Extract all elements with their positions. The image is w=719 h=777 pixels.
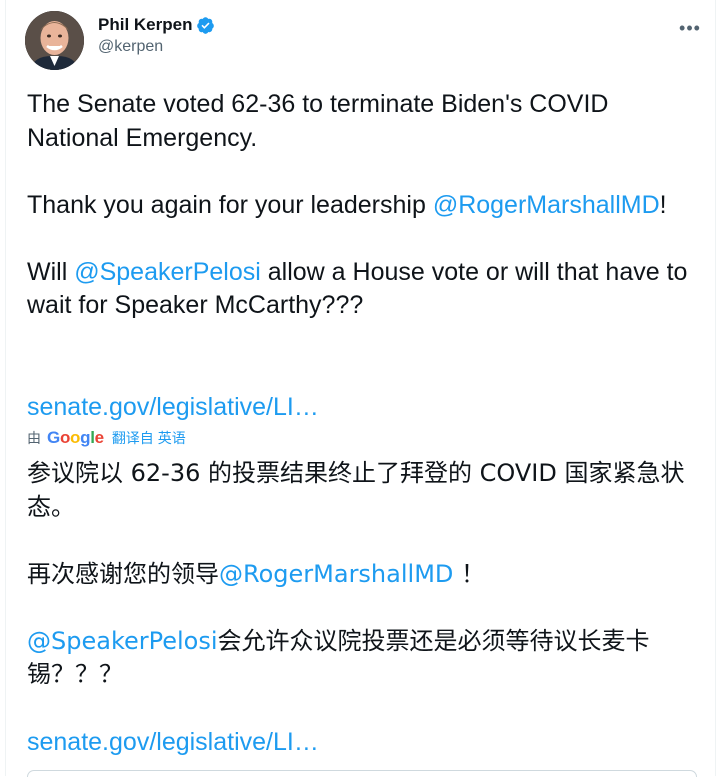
avatar-portrait [25,11,84,70]
google-logo: Google [47,428,104,447]
display-name[interactable]: Phil Kerpen [98,15,192,35]
verified-badge-icon [197,16,215,34]
translated-by-label: 由 [27,430,41,446]
mention-speaker-pelosi-translated[interactable]: @SpeakerPelosi [27,627,218,655]
tweet-line-3-text: Will [27,257,75,286]
mention-roger-marshall-translated[interactable]: @RogerMarshallMD [219,560,453,588]
tweet-line-2-end: ! [659,190,667,219]
tweet-line-2: Thank you again for your leadership @Rog… [27,189,695,223]
translated-from-link[interactable]: 翻译自 英语 [112,428,186,448]
translated-line-2: 再次感谢您的领导@RogerMarshallMD ！ [27,558,695,592]
tweet-line-1: The Senate voted 62-36 to terminate Bide… [27,90,609,152]
translated-line-2-text: 再次感谢您的领导 [27,559,219,588]
tweet-line-3: Will @SpeakerPelosi allow a House vote o… [27,256,695,323]
mention-speaker-pelosi[interactable]: @SpeakerPelosi [74,258,261,286]
tweet-header: Phil Kerpen @kerpen ••• [25,11,703,71]
translated-line-1: 参议院以 62-36 的投票结果终止了拜登的 COVID 国家紧急状态。 [27,459,685,521]
name-row: Phil Kerpen [98,15,215,35]
author-handle[interactable]: @kerpen [98,38,215,56]
tweet-text-original: The Senate voted 62-36 to terminate Bide… [27,88,695,323]
senate-link[interactable]: senate.gov/legislative/LI… [27,391,319,424]
translation-attribution: 由 Google 翻译自 英语 [27,427,186,449]
tweet-card: Phil Kerpen @kerpen ••• The Senate voted… [5,0,716,777]
tweet-text-translated: 参议院以 62-36 的投票结果终止了拜登的 COVID 国家紧急状态。 再次感… [27,457,695,692]
more-options-icon[interactable]: ••• [677,15,703,41]
more-glyph: ••• [679,17,701,38]
translated-line-3: @SpeakerPelosi会允许众议院投票还是必须等待议长麦卡锡？？？ [27,625,695,692]
translated-line-2-end: ！ [453,559,486,588]
senate-link-translated[interactable]: senate.gov/legislative/LI… [27,726,319,759]
tweet-line-2-text: Thank you again for your leadership [27,190,433,219]
author-info: Phil Kerpen @kerpen [98,15,215,56]
mention-roger-marshall[interactable]: @RogerMarshallMD [433,191,660,219]
avatar[interactable] [25,11,84,70]
